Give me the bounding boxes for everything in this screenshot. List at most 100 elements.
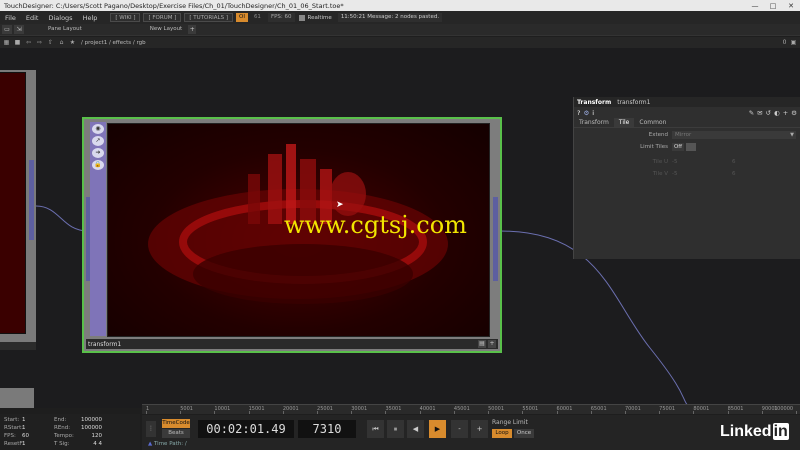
rewind-button[interactable]: ⏮ [367, 420, 384, 438]
menu-file[interactable]: File [0, 14, 21, 22]
up-icon[interactable]: ⇧ [46, 39, 55, 47]
gear-icon[interactable]: ⚙ [791, 109, 797, 117]
resetf-value[interactable]: 1 [22, 440, 54, 448]
frame-display[interactable]: 7310 [298, 420, 356, 438]
menu-dialogs[interactable]: Dialogs [43, 14, 77, 22]
tile-v-max[interactable]: 6 [732, 171, 736, 177]
end-value[interactable]: 100000 [76, 416, 102, 424]
ruler-tick-label: 80001 [693, 406, 710, 412]
extend-dropdown[interactable]: Mirror ▼ [672, 131, 796, 139]
ruler-tick-mark [146, 411, 147, 414]
output-connector[interactable] [493, 197, 498, 281]
realtime-toggle[interactable]: Realtime [298, 14, 332, 21]
pane-split-icon[interactable]: ⇲ [14, 25, 24, 34]
pane-type-icon[interactable]: ▦ [2, 39, 11, 47]
start-value[interactable]: 1 [22, 416, 54, 424]
loop-button[interactable]: Loop [492, 429, 512, 438]
viewer-active-icon[interactable]: ◉ [92, 124, 104, 134]
offscreen-node[interactable] [0, 388, 34, 408]
info-icon[interactable]: i [592, 109, 594, 117]
play-button[interactable]: ▶ [429, 420, 446, 438]
info-row: RStart: 1 REnd: 100000 [4, 424, 136, 432]
step-minus-button[interactable]: - [451, 420, 468, 438]
color-icon[interactable]: ◐ [774, 109, 780, 117]
watermark-text: www.cgtsj.com [284, 211, 467, 239]
bypass-icon[interactable]: ↗ [92, 136, 104, 146]
forum-link[interactable]: [ FORUM ] [143, 13, 182, 22]
comment-icon[interactable]: ✉ [757, 109, 762, 117]
maximize-button[interactable]: □ [764, 2, 782, 10]
upstream-node-viewer [0, 72, 26, 334]
python-icon[interactable]: ⚙ [583, 109, 589, 117]
tile-v-min[interactable]: -5 [672, 171, 692, 177]
timecode-button[interactable]: TimeCode [162, 419, 190, 428]
pane-menu-icon[interactable]: ▭ [2, 25, 12, 34]
node-name[interactable]: transform1 [88, 341, 121, 348]
lock-icon[interactable]: 🔒 [92, 160, 104, 170]
rend-value[interactable]: 100000 [76, 424, 102, 432]
wiki-link[interactable]: [ WIKI ] [110, 13, 141, 22]
path-bar: ▦ ■ ⇦ ⇨ ⇧ ⌂ ★ / project1 / effects / rgb… [0, 37, 800, 48]
network-editor[interactable]: ◉ ↗ ➔ 🔒 ➤ transform1 ▤ + www.cgtsj.com T… [0, 48, 800, 408]
help-icon[interactable]: ? [577, 109, 580, 117]
limit-tiles-switch[interactable] [686, 143, 696, 151]
tab-tile[interactable]: Tile [613, 118, 635, 127]
tempo-value[interactable]: 120 [76, 432, 103, 440]
stop-icon[interactable]: ■ [13, 39, 22, 47]
menu-edit[interactable]: Edit [21, 14, 44, 22]
fps-label: FPS: [4, 433, 16, 439]
operator-name[interactable]: transform1 [617, 99, 650, 106]
end-label: End: [54, 417, 67, 423]
step-plus-button[interactable]: + [471, 420, 488, 438]
home-icon[interactable]: ⌂ [57, 39, 66, 47]
param-row-extend: Extend Mirror ▼ [574, 130, 800, 140]
display-flag-icon[interactable]: ➔ [92, 148, 104, 158]
ruler-tick-label: 100000 [774, 406, 794, 412]
oi-badge[interactable]: OI [235, 13, 248, 22]
new-layout-button[interactable]: New Layout [146, 25, 186, 34]
timeline-ruler[interactable]: 1 5001 10001 15001 20001 25001 30001 35001 40001… [142, 404, 800, 414]
pause-button[interactable]: ⏸ [387, 420, 404, 438]
network-path[interactable]: / project1 / effects / rgb [81, 40, 146, 46]
step-back-button[interactable]: ◀ [407, 420, 424, 438]
tsig-label: T Sig: [54, 441, 70, 447]
time-path-label[interactable]: Time Path: / [154, 441, 187, 447]
node-add-icon[interactable]: + [488, 340, 496, 348]
once-button[interactable]: Once [514, 429, 534, 438]
param-toolbar: ? ⚙ i ✎ ✉ ↺ ◐ + ⚙ [574, 107, 800, 118]
ruler-tick-mark [453, 411, 455, 414]
start-label: Start: [4, 417, 20, 423]
tutorials-link[interactable]: [ TUTORIALS ] [184, 13, 233, 22]
limit-tiles-label: Limit Tiles [640, 144, 668, 150]
fps-value[interactable]: 60 [22, 432, 54, 440]
upstream-output-connector[interactable] [29, 160, 34, 240]
pane-layout-button[interactable]: Pane Layout [44, 25, 86, 34]
close-button[interactable]: ✕ [782, 2, 800, 10]
rstart-value[interactable]: 1 [22, 424, 54, 432]
limit-tiles-toggle[interactable]: Off [672, 143, 684, 151]
tile-u-min[interactable]: -5 [672, 159, 692, 165]
add-layout-button[interactable]: + [188, 25, 197, 34]
upstream-node[interactable] [0, 70, 36, 350]
tab-common[interactable]: Common [634, 118, 671, 127]
node-menu-icon[interactable]: ▤ [478, 340, 486, 348]
bookmark-star-icon[interactable]: ★ [68, 39, 77, 47]
minimize-button[interactable]: — [746, 2, 764, 10]
add-icon[interactable]: + [783, 109, 788, 117]
ruler-tick-mark [248, 411, 250, 414]
beats-button[interactable]: Beats [162, 429, 190, 438]
reset-icon[interactable]: ↺ [766, 109, 771, 117]
tsig-value[interactable]: 4 4 [76, 440, 102, 448]
forward-icon[interactable]: ⇨ [35, 39, 44, 47]
render-tower-1 [268, 154, 282, 224]
back-icon[interactable]: ⇦ [24, 39, 33, 47]
menu-help[interactable]: Help [78, 14, 103, 22]
edit-icon[interactable]: ✎ [749, 109, 754, 117]
ruler-tick-mark [556, 411, 558, 414]
tab-transform[interactable]: Transform [574, 118, 614, 127]
transport-bar: ⋮ TimeCode Beats 00:02:01.49 7310 ⏮ ⏸ ◀ … [142, 415, 800, 450]
timeline-options-icon[interactable]: ⋮ [146, 421, 156, 437]
pane-options-icon[interactable]: ▣ [789, 39, 798, 46]
time-display[interactable]: 00:02:01.49 [198, 420, 294, 438]
tile-u-max[interactable]: 6 [732, 159, 736, 165]
